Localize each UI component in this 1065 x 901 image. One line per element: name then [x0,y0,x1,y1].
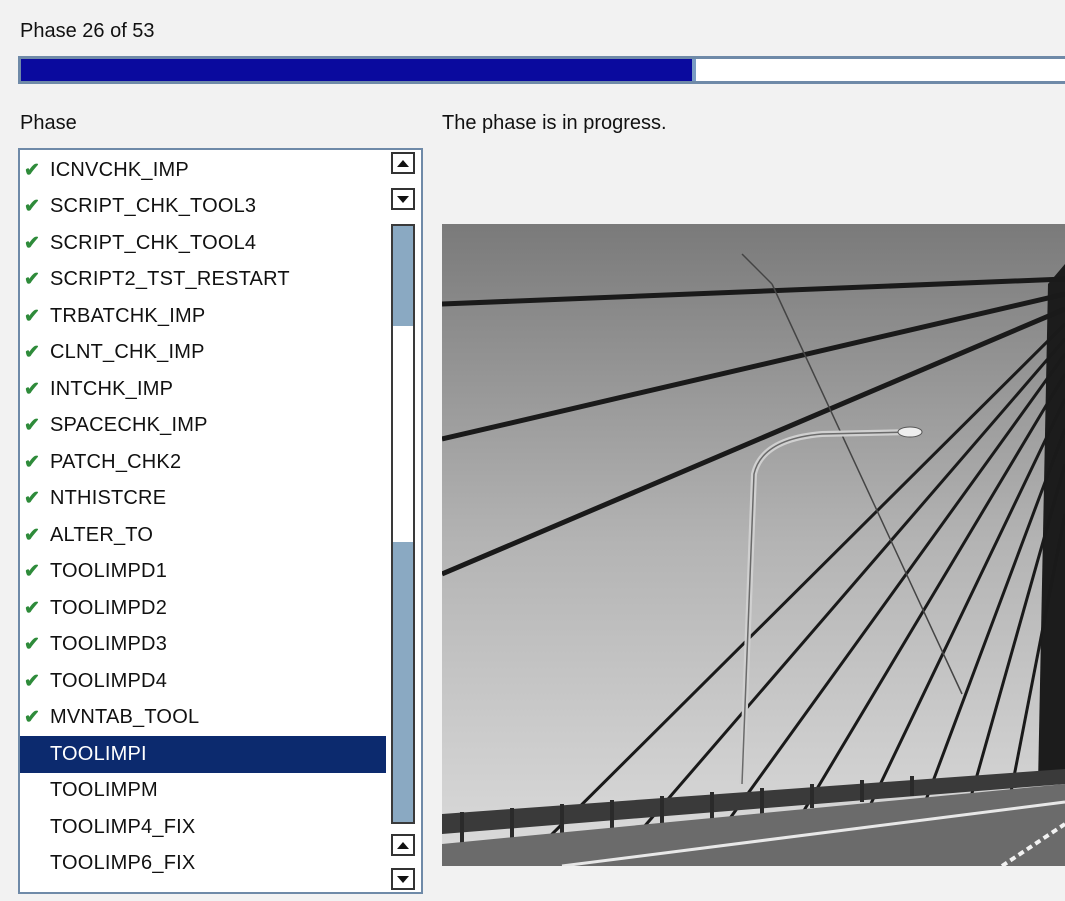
check-icon: ✔ [24,196,41,218]
list-item[interactable]: ✔ ICNVCHK_IMP [20,152,386,189]
check-icon: ✔ [24,670,41,692]
list-item[interactable]: TOOLIMPM [20,773,386,810]
list-item[interactable]: ✔ PATCH_CHK2 [20,444,386,481]
list-item[interactable]: ✔ SCRIPT_CHK_TOOL4 [20,225,386,262]
list-item-label: INTCHK_IMP [50,377,174,400]
progress-bar [18,56,1065,84]
check-icon: ✔ [24,561,41,583]
arrow-up-icon [397,159,409,167]
list-item[interactable]: ✔ SPACECHK_IMP [20,408,386,445]
list-item-label: SCRIPT2_TST_RESTART [50,268,290,291]
check-icon: ✔ [24,378,41,400]
scroll-track[interactable] [391,224,415,824]
list-item[interactable]: ✔ SCRIPT2_TST_RESTART [20,262,386,299]
list-item-label: TOOLIMP4_FIX [50,815,196,838]
check-icon: ✔ [24,159,41,181]
check-icon: ✔ [24,269,41,291]
list-item-label: TOOLIMPD2 [50,596,168,619]
scroll-down-button-bottom[interactable] [391,868,415,890]
list-item[interactable]: ✔ NTHISTCRE [20,481,386,518]
list-item-label: TOOLIMPM [50,779,158,802]
list-item-label: SCRIPT_CHK_TOOL4 [50,231,257,254]
list-item[interactable]: TOOLIMPI [20,736,386,773]
list-item[interactable]: TOOLIMP4_FIX [20,809,386,846]
check-icon: ✔ [24,597,41,619]
phase-counter: Phase 26 of 53 [20,20,155,42]
check-icon: ✔ [24,305,41,327]
list-item-label: TRBATCHK_IMP [50,304,206,327]
check-icon: ✔ [24,524,41,546]
list-item-label: CLNT_CHK_IMP [50,341,205,364]
list-item[interactable]: ✔ TOOLIMPD1 [20,554,386,591]
phase-list[interactable]: ✔ ICNVCHK_IMP ✔ SCRIPT_CHK_TOOL3 ✔ SCRIPT_CHK… [18,148,423,894]
list-item-label: SCRIPT_CHK_TOOL3 [50,195,257,218]
check-icon: ✔ [24,488,41,510]
arrow-down-icon [397,195,409,203]
scroll-up-button[interactable] [391,152,415,174]
list-item-label: TOOLIMP6_FIX [50,852,196,875]
list-item-label: TOOLIMPI [50,742,147,765]
list-item[interactable]: ✔ TRBATCHK_IMP [20,298,386,335]
scroll-down-button[interactable] [391,188,415,210]
list-item-label: MVNTAB_TOOL [50,706,200,729]
list-item[interactable]: ✔ TOOLIMPD4 [20,663,386,700]
scroll-up-button-bottom[interactable] [391,834,415,856]
list-item[interactable]: ✔ TOOLIMPD2 [20,590,386,627]
scroll-thumb[interactable] [393,326,413,542]
progress-fill [21,59,696,81]
list-item[interactable]: TOOLIMP6_FIX [20,846,386,883]
list-item[interactable]: ✔ INTCHK_IMP [20,371,386,408]
list-item-label: ICNVCHK_IMP [50,158,189,181]
arrow-up-icon [397,841,409,849]
list-item-label: NTHISTCRE [50,487,167,510]
scrollbar[interactable] [391,152,417,890]
check-icon: ✔ [24,232,41,254]
check-icon: ✔ [24,415,41,437]
list-item-label: TOOLIMPD3 [50,633,168,656]
list-item[interactable]: ✔ ALTER_TO [20,517,386,554]
list-item-label: TOOLIMPD1 [50,560,168,583]
list-item[interactable]: ✔ TOOLIMPD3 [20,627,386,664]
check-icon: ✔ [24,342,41,364]
check-icon: ✔ [24,451,41,473]
list-item-label: PATCH_CHK2 [50,450,182,473]
phase-list-items: ✔ ICNVCHK_IMP ✔ SCRIPT_CHK_TOOL3 ✔ SCRIPT_CHK… [20,152,386,882]
list-item[interactable]: ✔ SCRIPT_CHK_TOOL3 [20,189,386,226]
bridge-photo [442,224,1065,866]
list-item-label: TOOLIMPD4 [50,669,168,692]
list-item-label: SPACECHK_IMP [50,414,208,437]
phase-list-title: Phase [20,112,77,134]
status-text: The phase is in progress. [442,112,667,134]
arrow-down-icon [397,875,409,883]
check-icon: ✔ [24,707,41,729]
list-item[interactable]: ✔ CLNT_CHK_IMP [20,335,386,372]
list-item[interactable]: ✔ MVNTAB_TOOL [20,700,386,737]
check-icon: ✔ [24,634,41,656]
list-item-label: ALTER_TO [50,523,154,546]
